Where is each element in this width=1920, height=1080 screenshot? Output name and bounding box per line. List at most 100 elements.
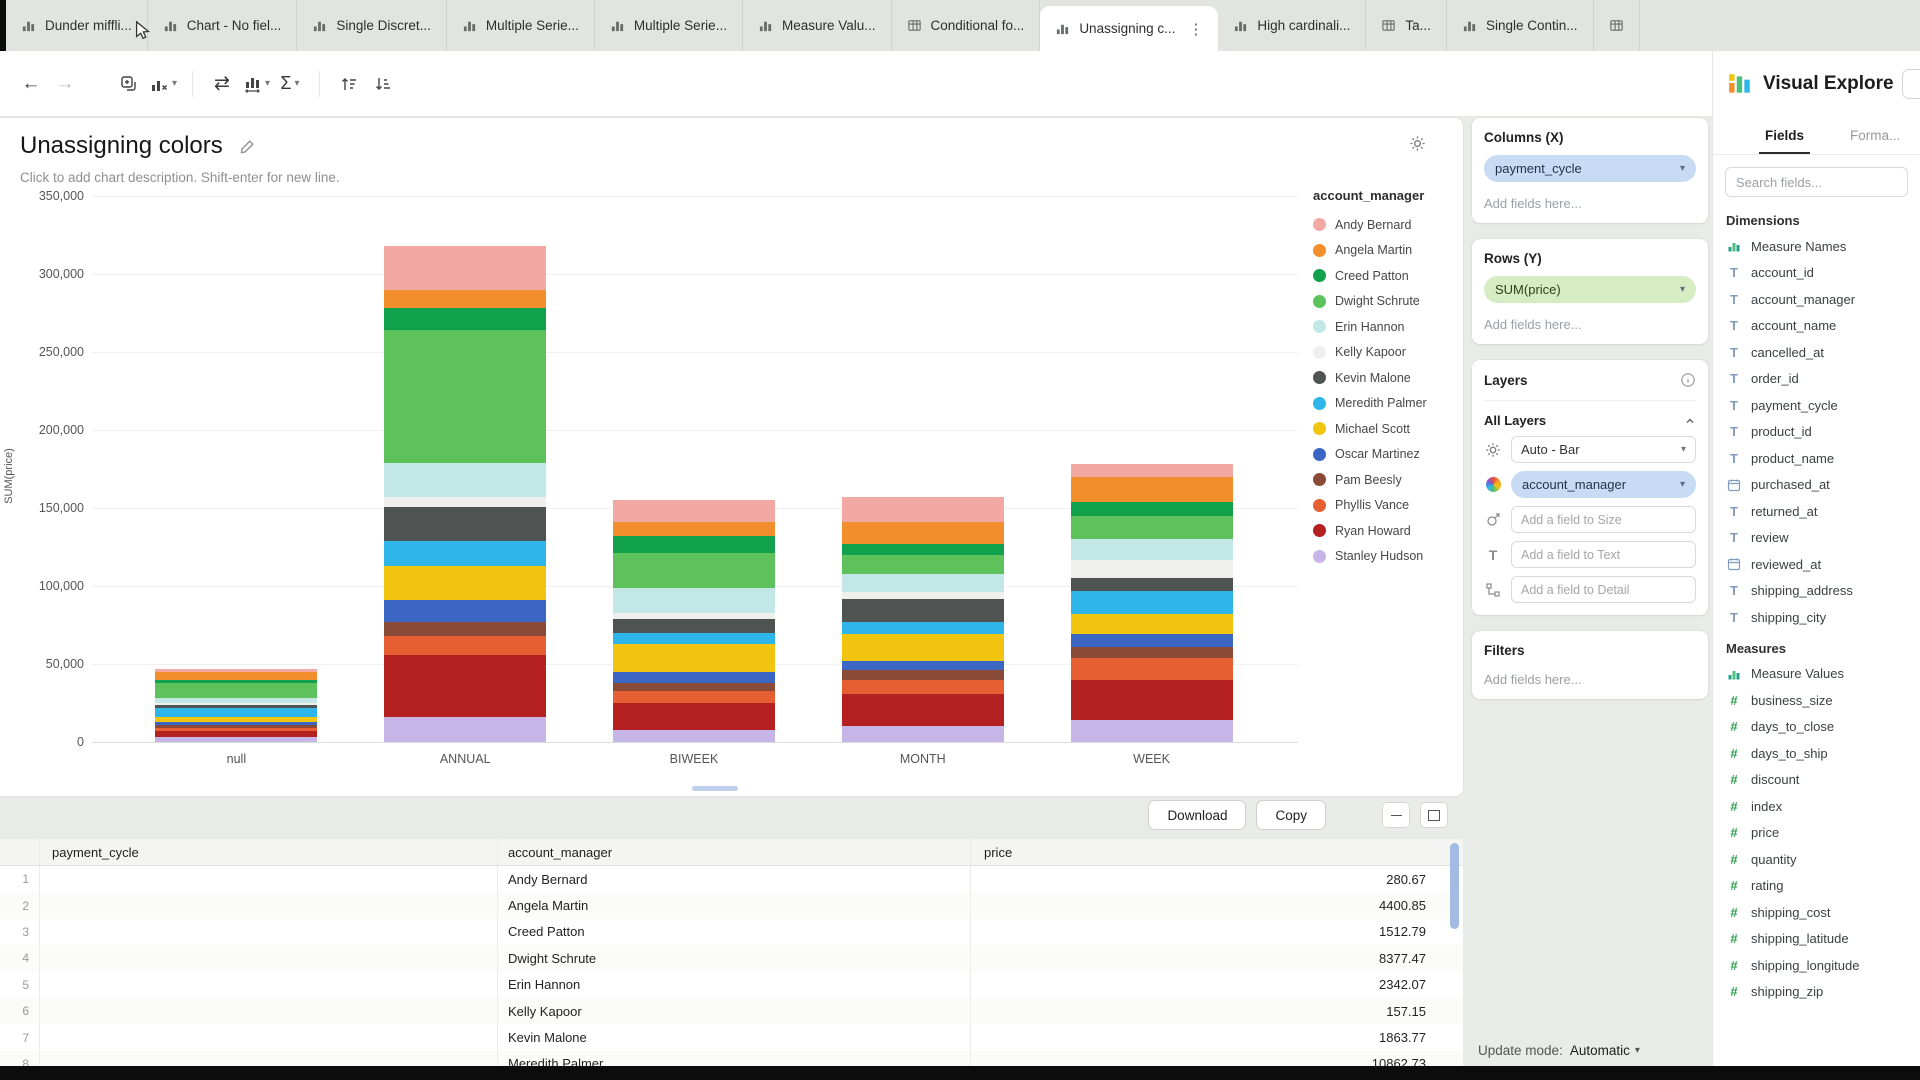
tab-ta[interactable]: Ta... <box>1366 0 1447 51</box>
horizontal-scrollbar[interactable] <box>692 786 738 791</box>
field-item-account-name[interactable]: Taccount_name <box>1713 313 1920 340</box>
bar-segment-kelly-kapoor[interactable] <box>1071 560 1233 579</box>
bar-segment-erin-hannon[interactable] <box>842 574 1004 593</box>
color-field-pill[interactable]: account_manager ▾ <box>1511 471 1696 498</box>
bar-segment-michael-scott[interactable] <box>613 644 775 672</box>
bar-segment-dwight-schrute[interactable] <box>384 330 546 463</box>
table-row[interactable]: 1Andy Bernard280.67 <box>0 866 1463 892</box>
field-item-measure-names[interactable]: Measure Names <box>1713 233 1920 260</box>
remove-chart-button[interactable]: ▾ <box>146 66 180 102</box>
field-item-account-id[interactable]: Taccount_id <box>1713 260 1920 287</box>
bar-segment-michael-scott[interactable] <box>384 566 546 600</box>
bar-segment-oscar-martinez[interactable] <box>613 672 775 683</box>
bar-segment-erin-hannon[interactable] <box>1071 539 1233 559</box>
back-button[interactable]: ← <box>14 66 48 102</box>
bar-segment-dwight-schrute[interactable] <box>1071 516 1233 539</box>
field-item-discount[interactable]: #discount <box>1713 767 1920 794</box>
tab-single-contin[interactable]: Single Contin... <box>1447 0 1594 51</box>
field-item-account-manager[interactable]: Taccount_manager <box>1713 286 1920 313</box>
field-item-days-to-close[interactable]: #days_to_close <box>1713 714 1920 741</box>
bar-segment-creed-patton[interactable] <box>384 308 546 330</box>
bar-biweek[interactable] <box>613 500 775 742</box>
download-button[interactable]: Download <box>1148 800 1246 830</box>
field-item-shipping-latitude[interactable]: #shipping_latitude <box>1713 926 1920 953</box>
table-row[interactable]: 2Angela Martin4400.85 <box>0 892 1463 918</box>
bar-segment-phyllis-vance[interactable] <box>842 680 1004 694</box>
bar-segment-angela-martin[interactable] <box>613 522 775 536</box>
tab-measure-valu[interactable]: Measure Valu... <box>743 0 892 51</box>
legend-item-ryan-howard[interactable]: Ryan Howard <box>1313 518 1463 544</box>
legend-item-michael-scott[interactable]: Michael Scott <box>1313 416 1463 442</box>
bar-segment-phyllis-vance[interactable] <box>1071 658 1233 680</box>
bar-segment-phyllis-vance[interactable] <box>613 691 775 703</box>
bar-segment-andy-bernard[interactable] <box>842 497 1004 522</box>
bar-segment-angela-martin[interactable] <box>842 522 1004 544</box>
bar-segment-pam-beesly[interactable] <box>842 670 1004 679</box>
legend-item-oscar-martinez[interactable]: Oscar Martinez <box>1313 442 1463 468</box>
mark-type-select[interactable]: Auto - Bar ▾ <box>1511 436 1696 463</box>
bar-segment-pam-beesly[interactable] <box>613 683 775 691</box>
column-header-account-manager[interactable]: account_manager <box>498 839 971 865</box>
tab-menu-icon[interactable]: ⋮ <box>1188 20 1203 38</box>
chevron-up-icon[interactable] <box>1684 415 1696 427</box>
bar-segment-meredith-palmer[interactable] <box>384 541 546 566</box>
detail-field-input[interactable] <box>1511 576 1696 603</box>
bar-month[interactable] <box>842 497 1004 742</box>
legend-item-dwight-schrute[interactable]: Dwight Schrute <box>1313 289 1463 315</box>
legend-item-kelly-kapoor[interactable]: Kelly Kapoor <box>1313 340 1463 366</box>
bar-segment-michael-scott[interactable] <box>842 634 1004 661</box>
legend-item-phyllis-vance[interactable]: Phyllis Vance <box>1313 493 1463 519</box>
search-input[interactable] <box>1725 167 1908 197</box>
field-item-price[interactable]: #price <box>1713 820 1920 847</box>
bar-segment-michael-scott[interactable] <box>1071 614 1233 634</box>
chart-type-button[interactable]: ▾ <box>239 66 273 102</box>
bar-segment-oscar-martinez[interactable] <box>384 600 546 622</box>
sort-ascending-button[interactable] <box>332 66 366 102</box>
field-item-quantity[interactable]: #quantity <box>1713 846 1920 873</box>
table-row[interactable]: 7Kevin Malone1863.77 <box>0 1024 1463 1050</box>
filters-drop-placeholder[interactable]: Add fields here... <box>1484 672 1696 687</box>
field-item-measure-values[interactable]: Measure Values <box>1713 661 1920 688</box>
minimize-results-button[interactable] <box>1382 802 1410 828</box>
bar-segment-angela-martin[interactable] <box>155 672 317 680</box>
bar-null[interactable] <box>155 669 317 742</box>
bar-annual[interactable] <box>384 246 546 742</box>
info-icon[interactable] <box>1680 372 1696 388</box>
update-mode-select[interactable]: Automatic ▾ <box>1570 1043 1640 1058</box>
bar-segment-dwight-schrute[interactable] <box>842 555 1004 574</box>
bar-segment-creed-patton[interactable] <box>1071 502 1233 516</box>
columns-drop-placeholder[interactable]: Add fields here... <box>1484 196 1696 211</box>
bar-segment-stanley-hudson[interactable] <box>155 737 317 742</box>
field-item-payment-cycle[interactable]: Tpayment_cycle <box>1713 392 1920 419</box>
bar-segment-meredith-palmer[interactable] <box>1071 591 1233 614</box>
bar-segment-kevin-malone[interactable] <box>1071 578 1233 590</box>
bar-segment-erin-hannon[interactable] <box>384 463 546 497</box>
bar-segment-pam-beesly[interactable] <box>1071 647 1233 658</box>
chart-description-placeholder[interactable]: Click to add chart description. Shift-en… <box>20 170 340 185</box>
bar-segment-stanley-hudson[interactable] <box>1071 720 1233 742</box>
bar-segment-ryan-howard[interactable] <box>1071 680 1233 721</box>
bar-segment-ryan-howard[interactable] <box>384 655 546 717</box>
legend-item-kevin-malone[interactable]: Kevin Malone <box>1313 365 1463 391</box>
field-item-shipping-city[interactable]: Tshipping_city <box>1713 604 1920 631</box>
duplicate-chart-button[interactable] <box>112 66 146 102</box>
bar-segment-dwight-schrute[interactable] <box>613 553 775 587</box>
bar-segment-kevin-malone[interactable] <box>842 599 1004 622</box>
field-item-cancelled-at[interactable]: Tcancelled_at <box>1713 339 1920 366</box>
field-item-purchased-at[interactable]: purchased_at <box>1713 472 1920 499</box>
legend-item-angela-martin[interactable]: Angela Martin <box>1313 238 1463 264</box>
bar-segment-creed-patton[interactable] <box>613 536 775 553</box>
bar-segment-creed-patton[interactable] <box>842 544 1004 555</box>
bar-segment-meredith-palmer[interactable] <box>842 622 1004 634</box>
field-item-reviewed-at[interactable]: reviewed_at <box>1713 551 1920 578</box>
tab-dunder-miffli[interactable]: Dunder miffli... <box>6 0 148 51</box>
field-item-returned-at[interactable]: Treturned_at <box>1713 498 1920 525</box>
chart-title[interactable]: Unassigning colors <box>20 132 223 160</box>
legend-item-meredith-palmer[interactable]: Meredith Palmer <box>1313 391 1463 417</box>
collapse-panel-button[interactable] <box>1902 69 1920 99</box>
bar-segment-andy-bernard[interactable] <box>613 500 775 522</box>
swap-axes-button[interactable]: ⇄ <box>205 66 239 102</box>
bar-segment-meredith-palmer[interactable] <box>155 708 317 717</box>
field-item-business-size[interactable]: #business_size <box>1713 687 1920 714</box>
bar-segment-angela-martin[interactable] <box>384 290 546 309</box>
